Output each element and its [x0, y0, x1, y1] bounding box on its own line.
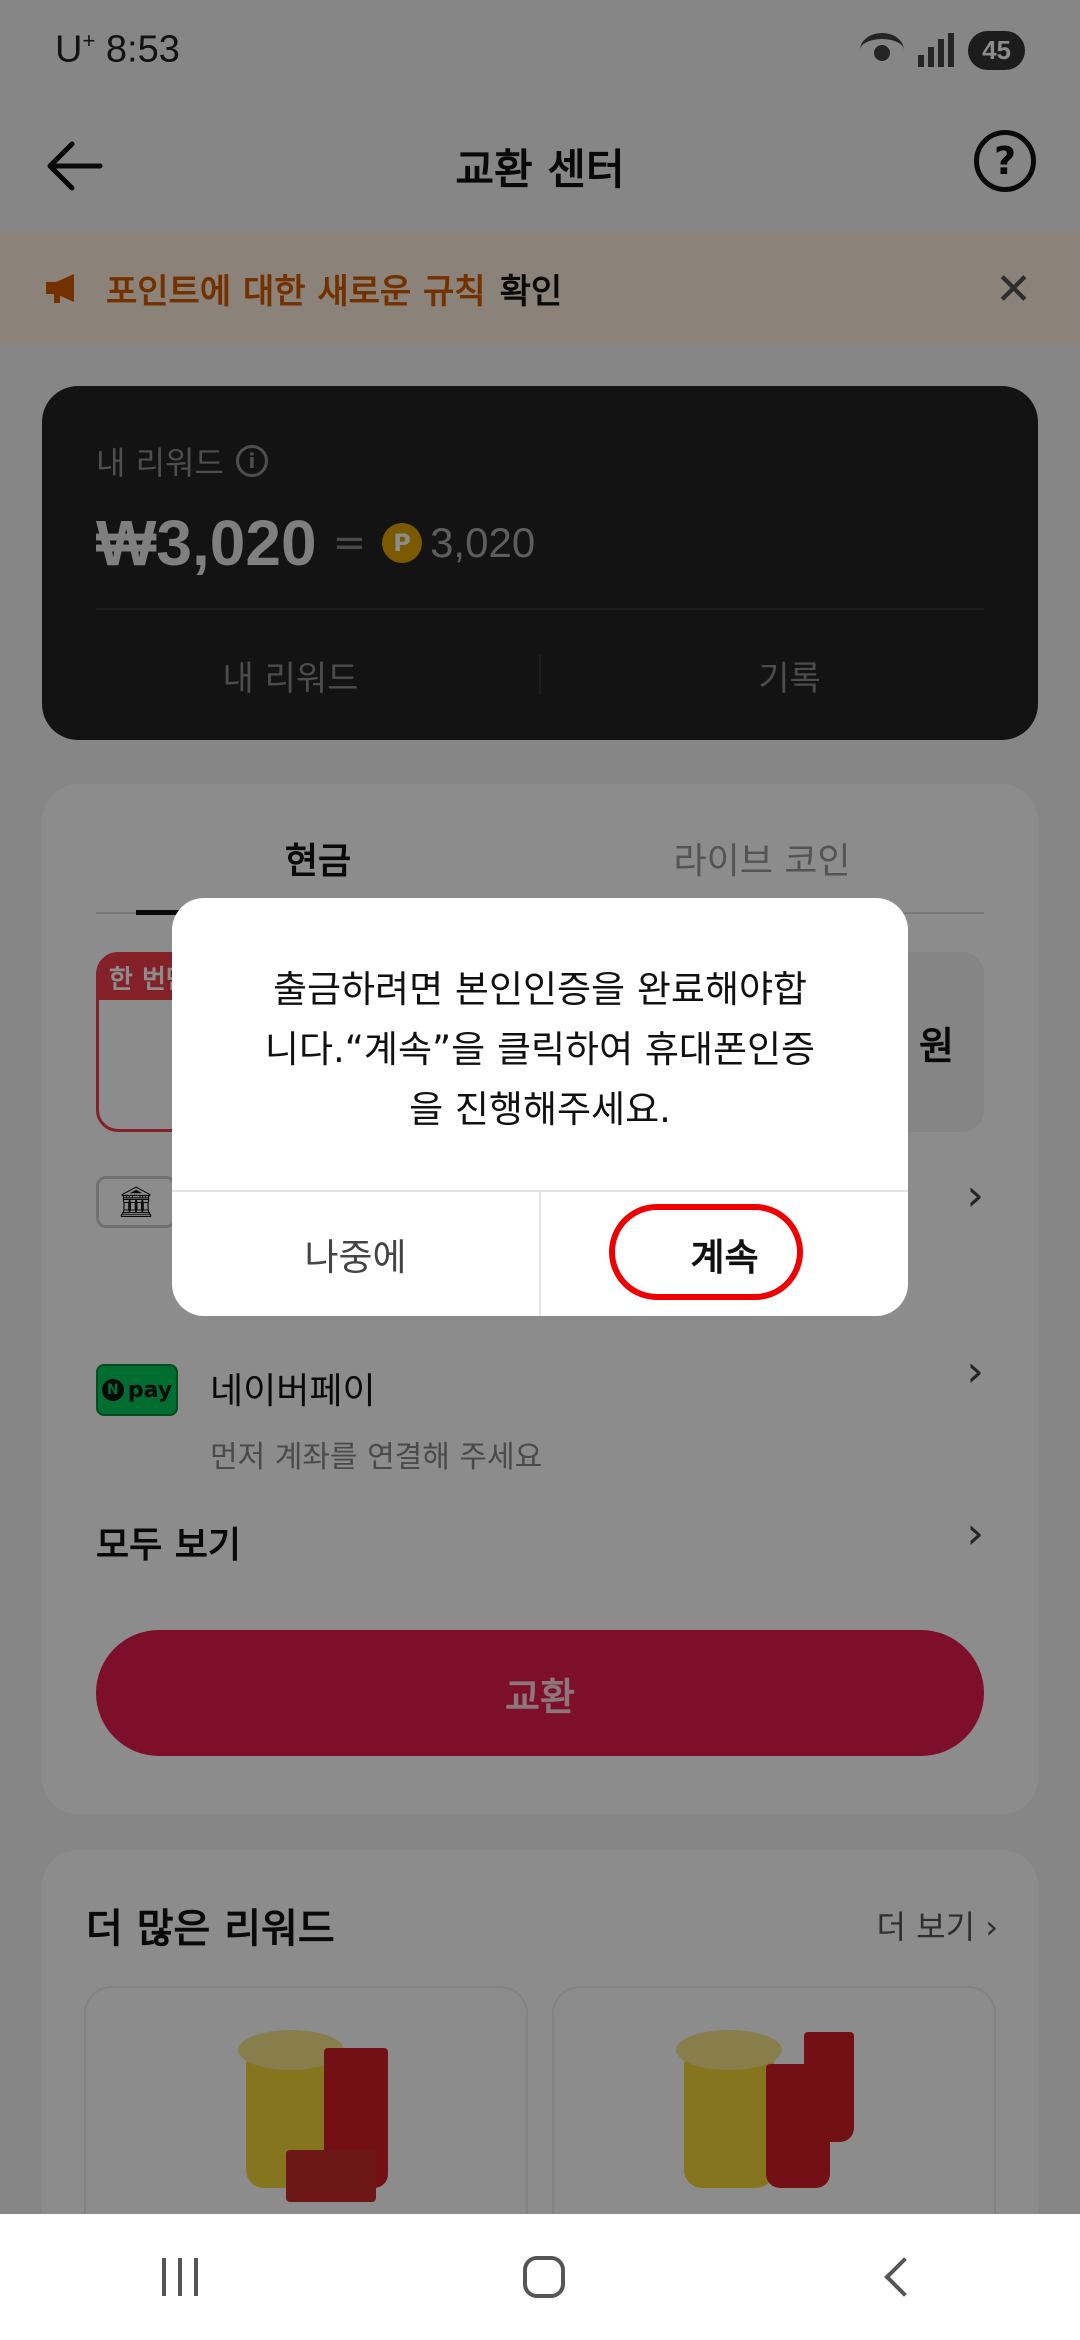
recent-apps-icon[interactable] — [162, 2258, 199, 2296]
dialog-message-line: 출금하려면 본인인증을 완료해야합 — [272, 968, 808, 1011]
continue-button[interactable]: 계속 — [541, 1192, 908, 1316]
highlight-ring — [609, 1204, 803, 1300]
home-icon[interactable] — [522, 2256, 565, 2298]
dialog-message-line: 니다.“계속”을 클릭하여 휴대폰인증 — [264, 1028, 816, 1071]
verification-dialog: 출금하려면 본인인증을 완료해야합 니다.“계속”을 클릭하여 휴대폰인증 을 … — [172, 898, 908, 1316]
dialog-message-line: 을 진행해주세요. — [409, 1088, 671, 1131]
back-icon[interactable] — [883, 2257, 924, 2297]
later-button[interactable]: 나중에 — [172, 1192, 539, 1316]
dialog-message: 출금하려면 본인인증을 완료해야합 니다.“계속”을 클릭하여 휴대폰인증 을 … — [212, 960, 868, 1140]
system-nav-bar — [0, 2214, 1080, 2340]
